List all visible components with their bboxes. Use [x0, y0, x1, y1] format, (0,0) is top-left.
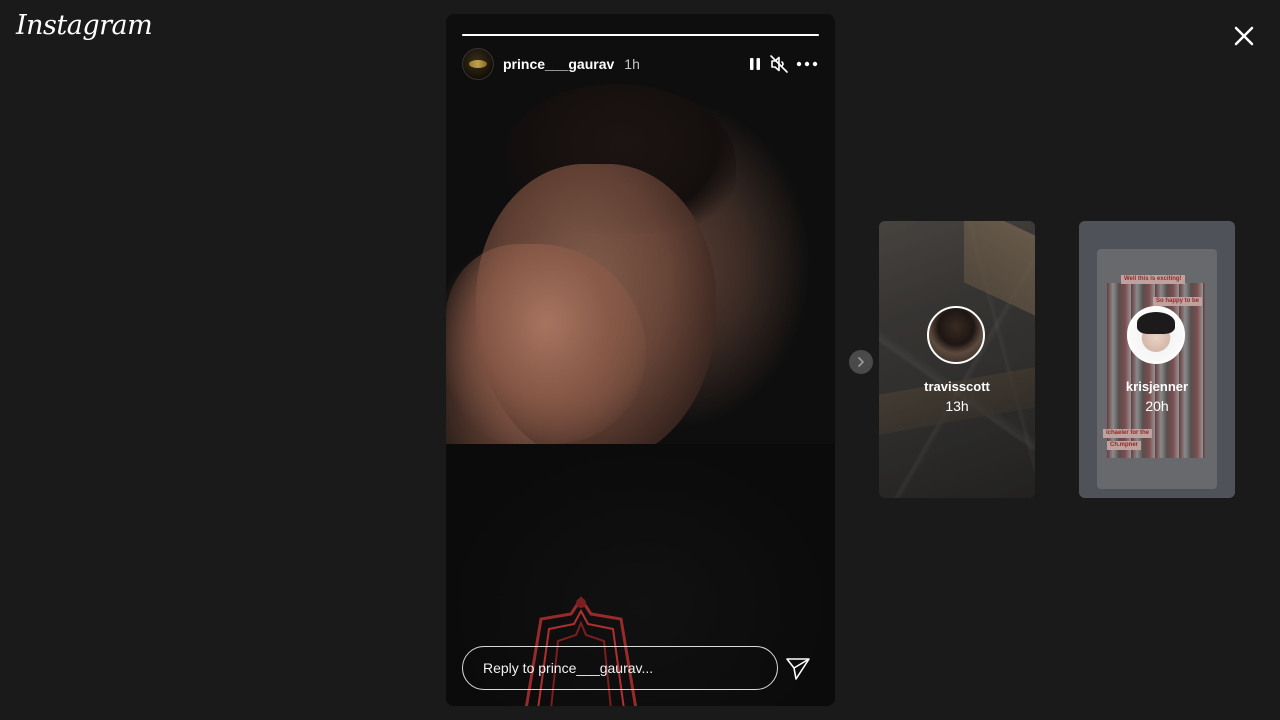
- story-preview-krisjenner[interactable]: Well this is exciting! So happy to be ic…: [1079, 221, 1235, 498]
- story-header: prince___gaurav 1h: [462, 48, 819, 80]
- instagram-logo[interactable]: Instagram: [16, 10, 153, 41]
- story-controls: [743, 52, 819, 76]
- mute-button[interactable]: [767, 52, 791, 76]
- story-preview-travisscott[interactable]: travisscott 13h: [879, 221, 1035, 498]
- preview-timestamp: 13h: [945, 398, 969, 414]
- send-icon: [786, 658, 810, 680]
- send-button[interactable]: [784, 654, 812, 682]
- more-options-button[interactable]: [795, 52, 819, 76]
- story-progress-fill: [462, 34, 819, 36]
- next-story-button[interactable]: [849, 350, 873, 374]
- reply-input[interactable]: [462, 646, 778, 690]
- preview-timestamp: 20h: [1145, 398, 1169, 414]
- chevron-right-icon: [858, 357, 864, 367]
- more-options-icon: [796, 61, 818, 67]
- close-icon: [1234, 26, 1254, 46]
- muted-speaker-icon: [770, 55, 788, 73]
- preview-username: krisjenner: [1125, 379, 1189, 394]
- story-progress-bar: [462, 34, 819, 36]
- pause-icon: [750, 58, 760, 70]
- close-button[interactable]: [1228, 20, 1260, 52]
- avatar: [1127, 306, 1185, 364]
- story-viewer[interactable]: prince___gaurav 1h: [446, 14, 835, 706]
- avatar: [927, 306, 985, 364]
- avatar[interactable]: [462, 48, 494, 80]
- pause-button[interactable]: [743, 52, 767, 76]
- story-username[interactable]: prince___gaurav: [503, 56, 614, 72]
- story-timestamp: 1h: [624, 56, 640, 72]
- preview-username: travisscott: [924, 379, 990, 394]
